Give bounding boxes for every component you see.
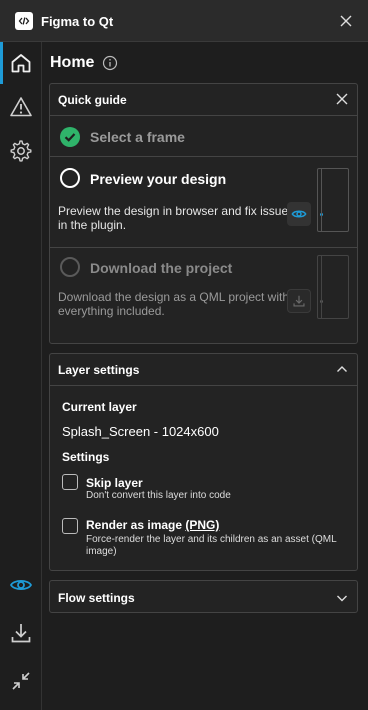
sidebar-item-collapse[interactable] <box>0 660 42 702</box>
skip-layer-description: Don't convert this layer into code <box>86 490 231 501</box>
sidebar-item-download[interactable] <box>0 612 42 654</box>
app-title: Figma to Qt <box>41 14 114 29</box>
download-button[interactable] <box>287 289 311 313</box>
chevron-down-icon[interactable] <box>335 591 349 605</box>
sidebar-item-warnings[interactable] <box>0 86 42 128</box>
preview-button[interactable] <box>287 202 311 226</box>
step-description: Preview the design in browser and fix is… <box>58 204 295 232</box>
download-icon <box>11 624 31 643</box>
info-icon[interactable] <box>102 55 118 71</box>
check-icon <box>60 127 80 147</box>
current-layer-value: Splash_Screen - 1024x600 <box>62 424 219 439</box>
chevron-up-icon[interactable] <box>335 362 349 376</box>
download-thumbnail <box>317 255 349 319</box>
skip-layer-checkbox[interactable] <box>62 474 78 490</box>
eye-icon <box>291 210 307 218</box>
layer-settings-panel: Layer settings Current layer Splash_Scre… <box>49 353 358 571</box>
download-icon <box>293 295 305 307</box>
flow-settings-title: Flow settings <box>58 591 135 605</box>
code-brackets-icon <box>15 12 33 30</box>
sidebar-active-indicator <box>0 42 3 84</box>
skip-layer-title: Skip layer <box>86 476 143 490</box>
quick-guide-panel: Quick guide Select a frame Preview your … <box>49 83 358 344</box>
title-bar: Figma to Qt <box>0 0 368 42</box>
step-description: Download the design as a QML project wit… <box>58 290 290 318</box>
page-title: Home <box>50 54 95 71</box>
step-circle <box>60 168 80 188</box>
shrink-icon <box>12 672 30 690</box>
render-as-image-checkbox[interactable] <box>62 518 78 534</box>
render-as-image-label: Render as image <box>86 518 183 532</box>
home-icon <box>11 54 31 73</box>
sidebar <box>0 42 42 710</box>
step-label: Download the project <box>90 260 233 276</box>
preview-thumbnail <box>317 168 349 232</box>
step-circle <box>60 257 80 277</box>
step-label: Select a frame <box>90 129 185 145</box>
layer-settings-header[interactable]: Layer settings <box>50 354 357 386</box>
flow-settings-panel[interactable]: Flow settings <box>49 580 358 613</box>
layer-settings-title: Layer settings <box>58 363 140 377</box>
png-link[interactable]: (PNG) <box>185 518 219 532</box>
sidebar-item-home[interactable] <box>0 42 42 84</box>
warning-icon <box>10 97 32 117</box>
sidebar-item-preview[interactable] <box>0 564 42 606</box>
quick-guide-title: Quick guide <box>58 93 127 107</box>
sidebar-item-settings[interactable] <box>0 130 42 172</box>
eye-icon <box>9 579 33 591</box>
close-icon[interactable] <box>335 92 349 106</box>
step-download-project: Download the project Download the design… <box>50 249 357 344</box>
step-select-frame: Select a frame <box>50 117 357 157</box>
render-as-image-title: Render as image (PNG) <box>86 518 219 532</box>
render-as-image-description: Force-render the layer and its children … <box>86 534 337 557</box>
gear-icon <box>10 140 32 162</box>
current-layer-label: Current layer <box>62 400 137 414</box>
step-preview-design: Preview your design Preview the design i… <box>50 158 357 248</box>
step-label: Preview your design <box>90 171 227 187</box>
quick-guide-header: Quick guide <box>50 84 357 116</box>
settings-label: Settings <box>62 450 110 464</box>
close-icon[interactable] <box>338 13 354 29</box>
